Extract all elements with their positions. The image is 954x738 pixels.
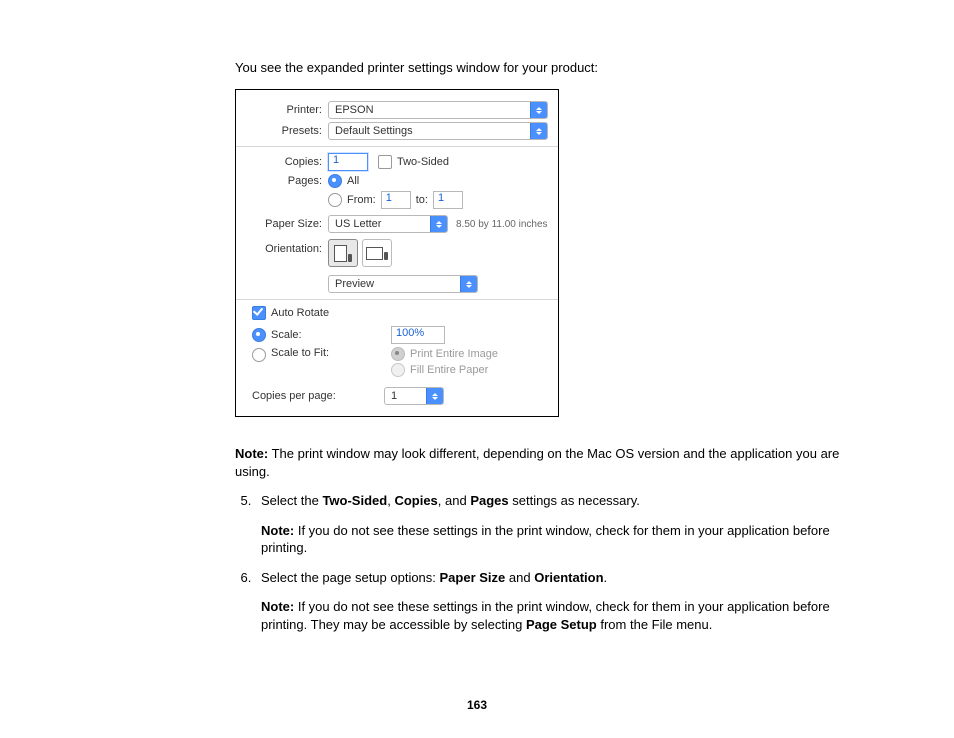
two-sided-label: Two-Sided	[397, 156, 449, 168]
pages-all-label: All	[347, 175, 359, 187]
print-entire-label: Print Entire Image	[410, 348, 498, 360]
scale-input[interactable]: 100%	[391, 326, 445, 344]
landscape-icon	[366, 247, 388, 260]
orientation-landscape-button[interactable]	[362, 239, 392, 267]
copies-per-page-value: 1	[391, 390, 397, 402]
note-1: Note: The print window may look differen…	[235, 445, 844, 480]
step-5: Select the Two-Sided, Copies, and Pages …	[255, 492, 844, 557]
fill-entire-label: Fill Entire Paper	[410, 364, 488, 376]
fill-entire-radio	[391, 363, 405, 377]
printer-label: Printer:	[246, 104, 328, 116]
auto-rotate-checkbox[interactable]	[252, 306, 266, 320]
two-sided-checkbox[interactable]	[378, 155, 392, 169]
print-entire-radio	[391, 347, 405, 361]
copies-input[interactable]: 1	[328, 153, 368, 171]
scale-to-fit-label: Scale to Fit:	[271, 347, 391, 359]
pages-from-radio[interactable]	[328, 193, 342, 207]
separator	[236, 146, 558, 147]
pages-all-radio[interactable]	[328, 174, 342, 188]
pages-label: Pages:	[246, 175, 328, 187]
copies-per-page-select[interactable]: 1	[384, 387, 444, 405]
presets-label: Presets:	[246, 125, 328, 137]
auto-rotate-label: Auto Rotate	[271, 307, 329, 319]
pages-from-input[interactable]: 1	[381, 191, 411, 209]
scale-radio[interactable]	[252, 328, 266, 342]
panel-select[interactable]: Preview	[328, 275, 478, 293]
orientation-portrait-button[interactable]	[328, 239, 358, 267]
printer-select[interactable]: EPSON	[328, 101, 548, 119]
pages-to-input[interactable]: 1	[433, 191, 463, 209]
separator	[236, 299, 558, 300]
panel-value: Preview	[335, 278, 374, 290]
pages-to-label: to:	[416, 194, 428, 206]
stepper-icon	[460, 276, 477, 292]
scale-label: Scale:	[271, 329, 391, 341]
printer-value: EPSON	[335, 104, 374, 116]
intro-text: You see the expanded printer settings wi…	[235, 60, 844, 75]
paper-size-label: Paper Size:	[246, 218, 328, 230]
stepper-icon	[530, 102, 547, 118]
step-6: Select the page setup options: Paper Siz…	[255, 569, 844, 634]
presets-value: Default Settings	[335, 125, 413, 137]
presets-select[interactable]: Default Settings	[328, 122, 548, 140]
scale-to-fit-radio[interactable]	[252, 348, 266, 362]
paper-size-dims: 8.50 by 11.00 inches	[456, 219, 548, 230]
page-number: 163	[0, 698, 954, 712]
stepper-icon	[430, 216, 447, 232]
paper-size-value: US Letter	[335, 218, 381, 230]
paper-size-select[interactable]: US Letter	[328, 215, 448, 233]
copies-per-page-label: Copies per page:	[252, 390, 384, 402]
portrait-icon	[334, 245, 352, 262]
orientation-label: Orientation:	[246, 239, 328, 255]
stepper-icon	[426, 388, 443, 404]
print-dialog: Printer: EPSON Presets: Default Settings…	[235, 89, 559, 417]
pages-from-label: From:	[347, 194, 376, 206]
copies-label: Copies:	[246, 156, 328, 168]
stepper-icon	[530, 123, 547, 139]
